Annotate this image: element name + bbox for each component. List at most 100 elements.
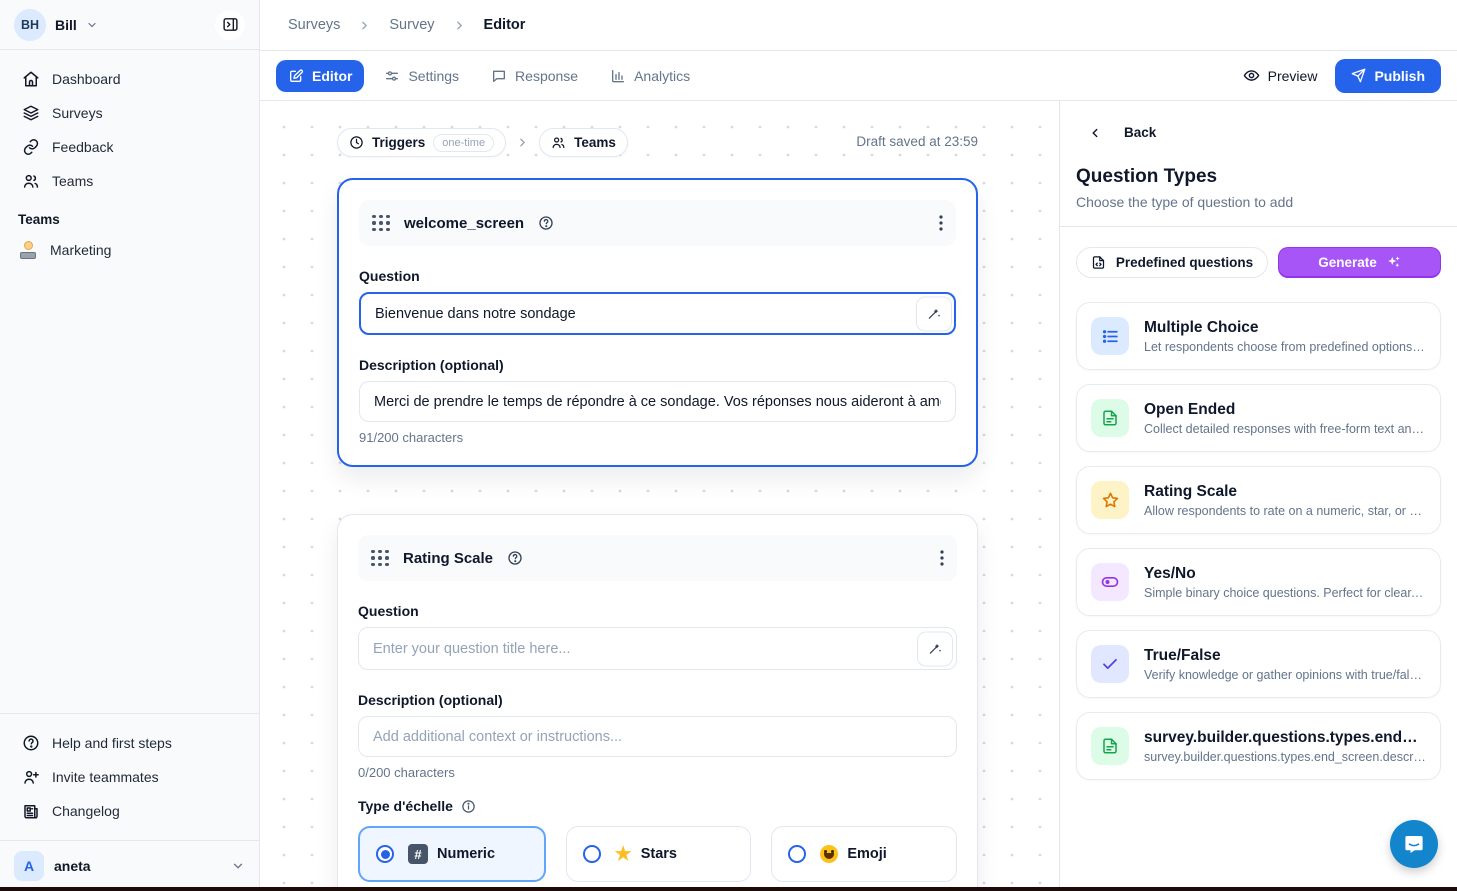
sidebar-item-teams[interactable]: Teams <box>10 164 249 198</box>
panel-subtitle: Choose the type of question to add <box>1060 188 1457 226</box>
workspace-avatar: BH <box>14 9 46 41</box>
breadcrumb-editor: Editor <box>484 17 526 33</box>
main-area: Surveys Survey Editor Editor Settings R <box>260 0 1457 891</box>
teams-chip[interactable]: Teams <box>539 128 628 157</box>
tab-editor[interactable]: Editor <box>276 60 364 92</box>
scale-option-stars[interactable]: ★ Stars <box>566 826 752 882</box>
breadcrumb-survey[interactable]: Survey <box>389 17 434 33</box>
generate-button[interactable]: Generate <box>1278 247 1441 278</box>
question-title-input[interactable] <box>359 292 956 335</box>
question-types-panel: Back Question Types Choose the type of q… <box>1059 101 1457 891</box>
magic-wand-button[interactable] <box>917 631 953 666</box>
predefined-questions-button[interactable]: Predefined questions <box>1076 247 1268 278</box>
back-button[interactable]: Back <box>1060 101 1457 140</box>
type-name: Open Ended <box>1144 401 1426 419</box>
star-icon <box>1091 481 1129 519</box>
breadcrumb: Surveys Survey Editor <box>260 0 1457 51</box>
type-description: Allow respondents to rate on a numeric, … <box>1144 504 1426 518</box>
publish-label: Publish <box>1374 68 1425 84</box>
sparkles-icon <box>1386 255 1401 270</box>
sidebar-item-changelog[interactable]: Changelog <box>10 794 249 828</box>
publish-button[interactable]: Publish <box>1335 59 1441 93</box>
info-circle-icon <box>461 799 476 814</box>
clock-icon <box>349 135 364 150</box>
sidebar-item-surveys[interactable]: Surveys <box>10 96 249 130</box>
type-card-rating-scale[interactable]: Rating Scale Allow respondents to rate o… <box>1076 466 1441 534</box>
star-emoji-icon: ★ <box>615 845 632 864</box>
users-icon <box>22 172 40 190</box>
question-description-input[interactable] <box>359 381 956 422</box>
user-plus-icon <box>22 768 40 786</box>
chat-launcher-button[interactable] <box>1390 820 1438 868</box>
sidebar-collapse-button[interactable] <box>215 10 245 40</box>
sidebar: BH Bill Dashboard Surveys F <box>0 0 260 891</box>
question-card-header[interactable]: welcome_screen <box>359 200 956 246</box>
type-name: Multiple Choice <box>1144 319 1426 337</box>
tab-label: Editor <box>312 68 352 84</box>
tab-analytics[interactable]: Analytics <box>598 60 702 92</box>
question-card-welcome-screen[interactable]: welcome_screen Question Description (op <box>337 178 978 467</box>
tab-settings[interactable]: Settings <box>372 60 471 92</box>
teams-section-label: Teams <box>0 198 259 233</box>
description-label: Description (optional) <box>359 357 956 373</box>
sidebar-item-dashboard[interactable]: Dashboard <box>10 62 249 96</box>
type-card-yes-no[interactable]: Yes/No Simple binary choice questions. P… <box>1076 548 1441 616</box>
question-description-input[interactable] <box>358 716 957 757</box>
smiley-emoji-icon <box>820 845 838 863</box>
user-menu[interactable]: A aneta <box>0 840 259 891</box>
type-card-end-screen[interactable]: survey.builder.questions.types.end_scr..… <box>1076 712 1441 780</box>
question-title-input[interactable] <box>358 627 957 670</box>
type-card-multiple-choice[interactable]: Multiple Choice Let respondents choose f… <box>1076 302 1441 370</box>
magic-wand-button[interactable] <box>916 296 952 331</box>
triggers-chip[interactable]: Triggers one-time <box>337 128 506 157</box>
trigger-type-badge: one-time <box>433 134 494 152</box>
drag-handle-icon[interactable] <box>372 215 390 232</box>
scale-option-emoji[interactable]: Emoji <box>771 826 957 882</box>
drag-handle-icon[interactable] <box>371 550 389 567</box>
preview-button[interactable]: Preview <box>1243 67 1318 84</box>
draft-status: Draft saved at 23:59 <box>856 134 978 149</box>
question-card-title: welcome_screen <box>404 215 524 232</box>
type-card-true-false[interactable]: True/False Verify knowledge or gather op… <box>1076 630 1441 698</box>
question-card-rating-scale[interactable]: Rating Scale Question Description (opti <box>337 514 978 891</box>
scale-type-label: Type d'échelle <box>358 798 453 814</box>
kebab-menu-icon[interactable] <box>939 215 943 231</box>
chat-bubble-icon <box>1402 832 1426 856</box>
tab-label: Settings <box>408 68 459 84</box>
question-label: Question <box>359 268 956 284</box>
panel-collapse-icon <box>222 16 239 33</box>
scale-option-numeric[interactable]: # Numeric <box>358 826 546 882</box>
sidebar-item-label: Feedback <box>52 139 113 155</box>
predefined-questions-label: Predefined questions <box>1116 255 1253 270</box>
type-description: Collect detailed responses with free-for… <box>1144 422 1426 436</box>
sidebar-item-label: Surveys <box>52 105 103 121</box>
breadcrumb-surveys[interactable]: Surveys <box>288 17 340 33</box>
chevron-down-icon <box>231 859 245 873</box>
radio-selected[interactable] <box>376 845 394 863</box>
type-name: Rating Scale <box>1144 483 1426 501</box>
editor-toolbar: Editor Settings Response Analytics <box>260 51 1457 101</box>
radio-unselected[interactable] <box>788 845 806 863</box>
user-name: aneta <box>54 858 91 874</box>
sidebar-item-invite[interactable]: Invite teammates <box>10 760 249 794</box>
sidebar-item-label: Changelog <box>52 803 120 819</box>
radio-unselected[interactable] <box>583 845 601 863</box>
preview-label: Preview <box>1268 68 1318 84</box>
help-circle-icon <box>538 215 554 231</box>
workspace-name: Bill <box>55 17 77 33</box>
scale-option-label: Emoji <box>847 846 886 862</box>
layers-icon <box>22 104 40 122</box>
workspace-switcher[interactable]: BH Bill <box>0 0 259 50</box>
scale-option-label: Numeric <box>437 846 495 862</box>
sidebar-nav: Dashboard Surveys Feedback Teams <box>0 50 259 198</box>
sidebar-item-feedback[interactable]: Feedback <box>10 130 249 164</box>
tab-response[interactable]: Response <box>479 60 590 92</box>
type-card-open-ended[interactable]: Open Ended Collect detailed responses wi… <box>1076 384 1441 452</box>
chevron-right-icon <box>453 19 466 32</box>
sidebar-footer: Help and first steps Invite teammates Ch… <box>0 713 259 840</box>
kebab-menu-icon[interactable] <box>940 550 944 566</box>
type-name: survey.builder.questions.types.end_scr..… <box>1144 729 1426 747</box>
question-card-header[interactable]: Rating Scale <box>358 535 957 581</box>
sidebar-item-help[interactable]: Help and first steps <box>10 726 249 760</box>
sidebar-item-team-marketing[interactable]: Marketing <box>0 233 259 267</box>
